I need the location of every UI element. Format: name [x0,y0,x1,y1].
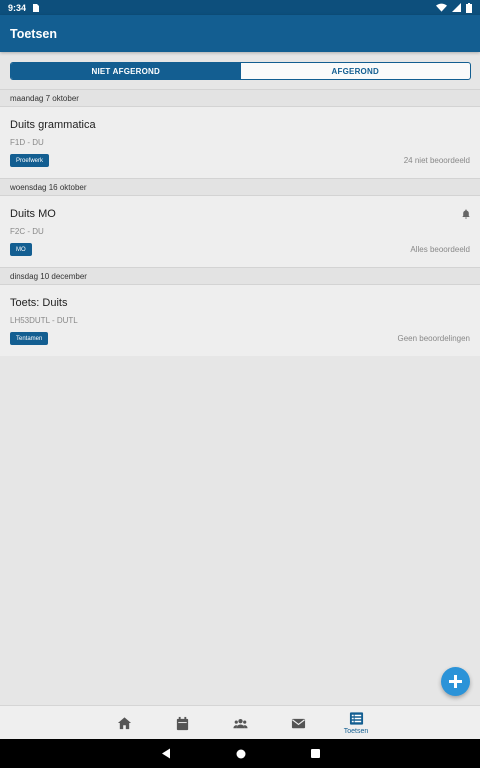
system-navigation-bar [0,739,480,768]
date-header: woensdag 16 oktober [0,178,480,196]
test-card[interactable]: Duits grammatica F1D - DU Proefwerk 24 n… [0,107,480,178]
app-bar: Toetsen [0,15,480,52]
sd-card-icon [33,3,40,12]
plus-icon [449,675,462,688]
test-title: Duits MO [10,208,56,220]
bottom-navigation: Toetsen [0,705,480,739]
recents-icon[interactable] [310,749,320,758]
battery-icon [466,2,472,13]
nav-calendar[interactable] [153,706,211,740]
add-test-button[interactable] [441,667,470,696]
test-title: Toets: Duits [10,297,68,309]
test-code: F2C - DU [10,227,44,236]
tab-not-completed[interactable]: NIET AFGEROND [11,63,241,79]
tab-completed[interactable]: AFGEROND [241,63,471,79]
back-icon[interactable] [161,748,171,759]
test-title: Duits grammatica [10,119,96,131]
test-list: maandag 7 oktober Duits grammatica F1D -… [0,89,480,356]
filter-segmented-control: NIET AFGEROND AFGEROND [10,62,471,80]
test-code: F1D - DU [10,138,44,147]
mail-icon [291,718,305,728]
test-code: LH53DUTL - DUTL [10,316,78,325]
date-header: maandag 7 oktober [0,89,480,107]
nav-groups[interactable] [211,706,269,740]
wifi-icon [436,3,447,12]
test-card[interactable]: Toets: Duits LH53DUTL - DUTL Tentamen Ge… [0,285,480,356]
people-icon [232,718,248,728]
status-time: 9:34 [8,2,27,13]
test-status: Geen beoordelingen [397,334,470,343]
status-bar: 9:34 [0,0,480,15]
home-circle-icon[interactable] [236,749,246,759]
signal-icon [452,3,461,12]
test-status: 24 niet beoordeeld [403,156,470,165]
test-type-badge: Tentamen [10,332,49,345]
page-title: Toetsen [10,26,57,41]
nav-tests-label: Toetsen [343,728,369,735]
test-status: Alles beoordeeld [410,245,470,254]
test-card[interactable]: Duits MO F2C - DU MO Alles beoordeeld [0,196,480,267]
calendar-icon [176,716,188,730]
nav-messages[interactable] [269,706,327,740]
date-header: dinsdag 10 december [0,267,480,285]
home-icon [117,716,131,729]
test-type-badge: MO [10,243,32,256]
list-icon [349,712,363,725]
nav-tests[interactable]: Toetsen [327,706,385,740]
test-type-badge: Proefwerk [10,154,50,167]
bell-icon [462,209,470,219]
nav-home[interactable] [95,706,153,740]
